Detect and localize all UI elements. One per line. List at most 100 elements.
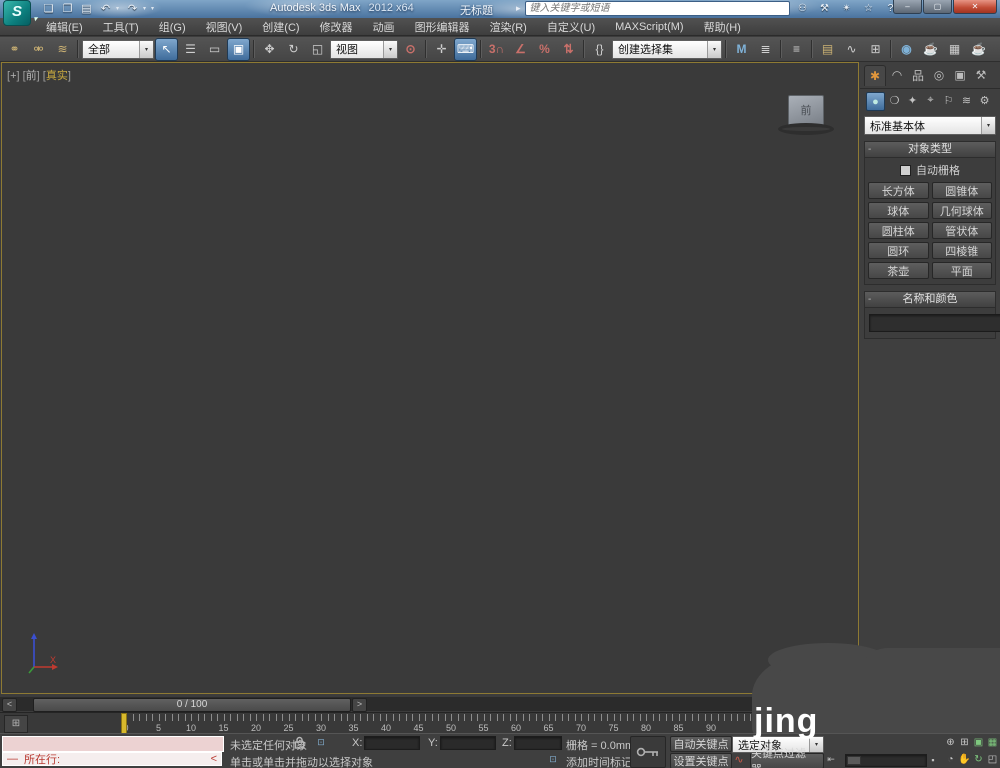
category-shapes-icon[interactable]: ❍ <box>886 92 903 109</box>
keyboard-shortcut-override-toggle[interactable]: ⌨ <box>454 37 477 61</box>
edit-named-selection-sets-button[interactable]: {} <box>588 38 611 61</box>
autogrid-checkbox[interactable] <box>900 164 911 176</box>
menu-edit[interactable]: 编辑(E) <box>36 19 93 35</box>
tab-modify-icon[interactable]: ◠ <box>887 65 907 85</box>
combo-arrow-icon[interactable]: ▾ <box>383 40 397 58</box>
select-and-scale-button[interactable]: ◱ <box>306 38 329 61</box>
geosphere-button[interactable]: 几何球体 <box>931 202 992 219</box>
tab-motion-icon[interactable]: ◎ <box>929 65 949 85</box>
viewport-general-menu[interactable]: + <box>10 70 16 82</box>
pan-view-button[interactable]: ✋ <box>958 753 971 766</box>
material-editor-button[interactable]: ◉ <box>895 38 918 61</box>
menu-maxscript[interactable]: MAXScript(M) <box>605 21 693 33</box>
named-selection-sets-combo[interactable]: 创建选择集 ▾ <box>612 39 722 59</box>
combo-arrow-icon[interactable]: ▾ <box>981 117 995 134</box>
save-file-button[interactable]: ▤ <box>78 1 95 16</box>
select-by-name-button[interactable]: ☰ <box>179 38 202 61</box>
set-keys-button[interactable] <box>630 736 666 768</box>
isolate-selection-toggle[interactable]: ⊡ <box>546 753 560 766</box>
add-time-tag-button[interactable]: 添加时间标记 <box>566 754 632 768</box>
menu-graph-editors[interactable]: 图形编辑器 <box>405 19 480 35</box>
menu-views[interactable]: 视图(V) <box>196 19 253 35</box>
menu-create[interactable]: 创建(C) <box>252 19 309 35</box>
redo-button[interactable]: ↷ <box>124 1 141 16</box>
undo-dropdown-arrow-icon[interactable]: ▾ <box>116 5 122 12</box>
x-coordinate-field[interactable] <box>364 736 420 750</box>
menu-help[interactable]: 帮助(H) <box>694 19 751 35</box>
category-spacewarps-icon[interactable]: ≋ <box>958 92 975 109</box>
rendered-frame-window-button[interactable]: ▦ <box>943 38 966 61</box>
undo-button[interactable]: ↶ <box>97 1 114 16</box>
schematic-view-button[interactable]: ⊞ <box>864 38 887 61</box>
combo-arrow-icon[interactable]: ▾ <box>707 40 721 58</box>
maxscript-mini-listener[interactable]: — 所在行: < <box>2 752 222 766</box>
align-button[interactable]: ≣ <box>754 38 777 61</box>
zoom-viewport-button[interactable]: ⊕ <box>944 736 957 749</box>
close-button[interactable]: ✕ <box>953 0 997 14</box>
select-and-rotate-button[interactable]: ↻ <box>282 38 305 61</box>
sphere-button[interactable]: 球体 <box>868 202 929 219</box>
layer-manager-button[interactable]: ≡ <box>785 38 808 61</box>
frame-number-field[interactable] <box>845 754 927 767</box>
viewport-pov-menu[interactable]: 前 <box>26 70 37 82</box>
open-mini-curve-editor-button[interactable]: ⊞ <box>4 715 28 733</box>
maximize-viewport-toggle[interactable]: ◰ <box>986 753 999 766</box>
collapse-icon[interactable]: - <box>868 142 871 157</box>
favorites-icon[interactable]: ☆ <box>860 3 878 14</box>
selection-filter-combo[interactable]: 全部 ▾ <box>82 39 154 59</box>
z-coordinate-field[interactable] <box>514 736 562 750</box>
minimize-button[interactable]: – <box>893 0 922 14</box>
communication-center-icon[interactable]: ✴ <box>838 3 856 14</box>
category-systems-icon[interactable]: ⚙ <box>976 92 993 109</box>
quick-render-button[interactable]: ☕ <box>967 38 990 61</box>
previous-frame-button[interactable]: < <box>2 698 17 712</box>
select-and-manipulate-button[interactable]: ✛ <box>430 38 453 61</box>
menu-group[interactable]: 组(G) <box>149 19 196 35</box>
scene-explorer-button[interactable]: ▤ <box>816 38 839 61</box>
y-coordinate-field[interactable] <box>440 736 496 750</box>
infocenter-search-input[interactable] <box>524 1 790 16</box>
category-cameras-icon[interactable]: ⌖ <box>922 92 939 109</box>
torus-button[interactable]: 圆环 <box>868 242 929 259</box>
name-color-rollout-header[interactable]: - 名称和颜色 <box>865 292 995 308</box>
mirror-button[interactable]: M <box>730 38 753 61</box>
subscription-icon[interactable]: ⚒ <box>816 3 834 14</box>
qat-overflow-button[interactable]: ▾ <box>151 5 157 12</box>
curve-editor-button[interactable]: ∿ <box>840 38 863 61</box>
front-viewport[interactable]: [+] [前] [真实] 前 X <box>1 62 859 694</box>
tube-button[interactable]: 管状体 <box>931 222 992 239</box>
bind-to-space-warp-icon[interactable]: ≋ <box>51 38 74 61</box>
collapse-icon[interactable]: - <box>868 292 871 307</box>
geometry-category-combo[interactable]: 标准基本体 ▾ <box>864 116 996 135</box>
plane-button[interactable]: 平面 <box>931 262 992 279</box>
next-frame-button[interactable]: > <box>352 698 367 712</box>
macro-recorder-field[interactable] <box>2 736 224 752</box>
orbit-button[interactable]: ↻ <box>972 753 985 766</box>
cone-button[interactable]: 圆锥体 <box>931 182 992 199</box>
spinner-snap-toggle[interactable]: ⇅ <box>557 38 580 61</box>
cylinder-button[interactable]: 圆柱体 <box>868 222 929 239</box>
angle-snap-toggle[interactable]: ∠ <box>509 38 532 61</box>
viewcube-front-face[interactable]: 前 <box>788 95 824 127</box>
field-of-view-button[interactable]: ◔ <box>944 753 957 766</box>
key-filters-button[interactable]: 关键点过滤器... <box>750 748 824 768</box>
selection-lock-icon[interactable] <box>294 736 305 749</box>
category-helpers-icon[interactable]: ⚐ <box>940 92 957 109</box>
menu-rendering[interactable]: 渲染(R) <box>480 19 537 35</box>
window-crossing-toggle[interactable]: ▣ <box>227 37 250 61</box>
menu-customize[interactable]: 自定义(U) <box>537 19 605 35</box>
pyramid-button[interactable]: 四棱锥 <box>931 242 992 259</box>
zoom-extents-all-button[interactable]: ▦ <box>986 736 999 749</box>
render-setup-button[interactable]: ☕ <box>919 38 942 61</box>
listener-expand-icon[interactable]: < <box>211 753 217 765</box>
rectangular-selection-region-button[interactable]: ▭ <box>203 38 226 61</box>
tab-display-icon[interactable]: ▣ <box>950 65 970 85</box>
redo-dropdown-arrow-icon[interactable]: ▾ <box>143 5 149 12</box>
snap-toggle-3d-button[interactable]: 3∩ <box>485 38 508 61</box>
viewcube[interactable]: 前 <box>776 95 836 135</box>
category-geometry-icon[interactable]: ● <box>866 92 885 111</box>
category-lights-icon[interactable]: ✦ <box>904 92 921 109</box>
menu-animation[interactable]: 动画 <box>363 19 405 35</box>
default-tangent-icon[interactable]: ∿ <box>732 753 746 766</box>
viewport-shading-menu[interactable]: 真实 <box>46 70 68 82</box>
